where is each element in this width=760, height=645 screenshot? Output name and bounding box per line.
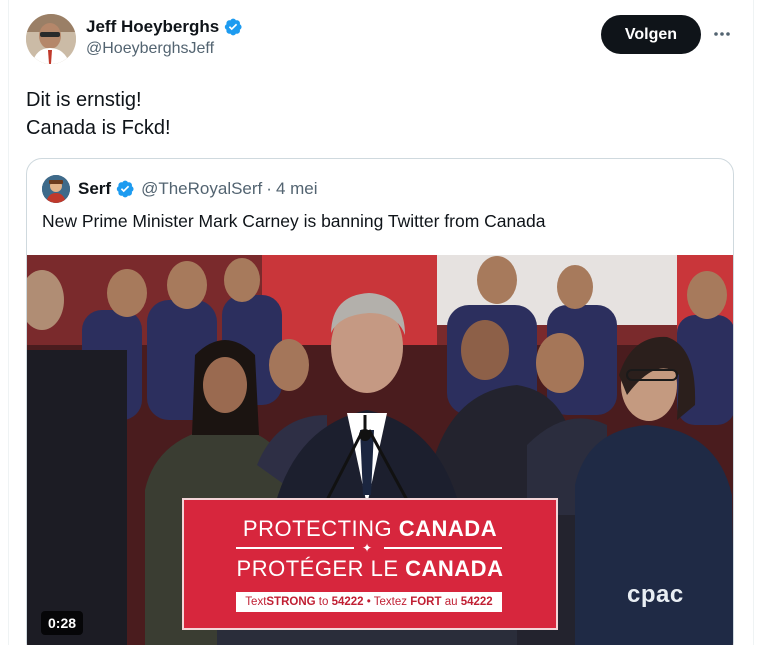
quoted-author-avatar bbox=[42, 175, 70, 203]
author-display-name[interactable]: Jeff Hoeyberghs bbox=[86, 16, 243, 38]
sign-text-message-bar: Text STRONG​ to 54222 • Textez FORT au 5… bbox=[236, 592, 502, 612]
quoted-tweet-header: Serf @TheRoyalSerf · 4 mei bbox=[42, 175, 318, 203]
tweet-header: Jeff Hoeyberghs @HoeyberghsJeff Volgen bbox=[26, 14, 742, 66]
follow-button[interactable]: Volgen bbox=[601, 15, 701, 54]
sign-bar-text: • Textez bbox=[363, 596, 411, 608]
sign-bar-bold: 54222 bbox=[460, 596, 493, 608]
quoted-handle: @TheRoyalSerf bbox=[141, 179, 263, 198]
sign-bar-text: au bbox=[441, 596, 461, 608]
sign-bar-text: to bbox=[315, 596, 332, 608]
sign-text-bold: CANADA bbox=[398, 516, 498, 541]
sign-divider bbox=[384, 547, 502, 549]
sign-bar-bold: STRONG bbox=[266, 596, 316, 608]
sign-text: PROTECTING bbox=[242, 516, 399, 541]
video-player[interactable]: PROTECTING CANADA ✦ PROTÉGER LE CANADA T… bbox=[27, 255, 733, 645]
author-names: Jeff Hoeyberghs @HoeyberghsJeff bbox=[86, 16, 243, 60]
cpac-watermark: cpac bbox=[627, 581, 684, 608]
podium-sign: PROTECTING CANADA ✦ PROTÉGER LE CANADA T… bbox=[182, 498, 558, 630]
verified-badge-icon bbox=[116, 180, 134, 198]
sign-line-english: PROTECTING CANADA bbox=[184, 516, 556, 542]
sign-bar-bold: 54222 bbox=[331, 596, 364, 608]
sign-divider bbox=[236, 547, 354, 549]
quoted-display-name: Serf bbox=[78, 179, 112, 198]
quoted-tweet-text: New Prime Minister Mark Carney is bannin… bbox=[42, 211, 546, 231]
quoted-date: 4 mei bbox=[275, 179, 318, 198]
author-handle[interactable]: @HoeyberghsJeff bbox=[86, 38, 243, 60]
more-options-icon[interactable] bbox=[710, 22, 734, 46]
quoted-tweet[interactable]: Serf @TheRoyalSerf · 4 mei New Prime Min… bbox=[26, 158, 734, 645]
tweet-body: Dit is ernstig! Canada is Fckd! bbox=[26, 86, 726, 142]
verified-badge-icon bbox=[225, 18, 242, 36]
maple-leaf-icon: ✦ bbox=[362, 541, 373, 555]
sign-bar-text: Text bbox=[245, 596, 267, 608]
sign-bar-bold: FORT bbox=[410, 596, 442, 608]
tweet-line: Canada is Fckd! bbox=[26, 117, 171, 139]
sign-text-bold: CANADA bbox=[405, 556, 504, 581]
tweet-line: Dit is ernstig! bbox=[26, 89, 142, 111]
video-duration-badge: 0:28 bbox=[41, 611, 84, 635]
sign-text: PROTÉGER LE bbox=[236, 556, 406, 581]
author-display-name-text[interactable]: Jeff Hoeyberghs bbox=[86, 16, 219, 38]
meta-separator: · bbox=[266, 179, 272, 198]
sign-line-french: PROTÉGER LE CANADA bbox=[184, 556, 556, 582]
author-avatar[interactable] bbox=[26, 14, 76, 64]
